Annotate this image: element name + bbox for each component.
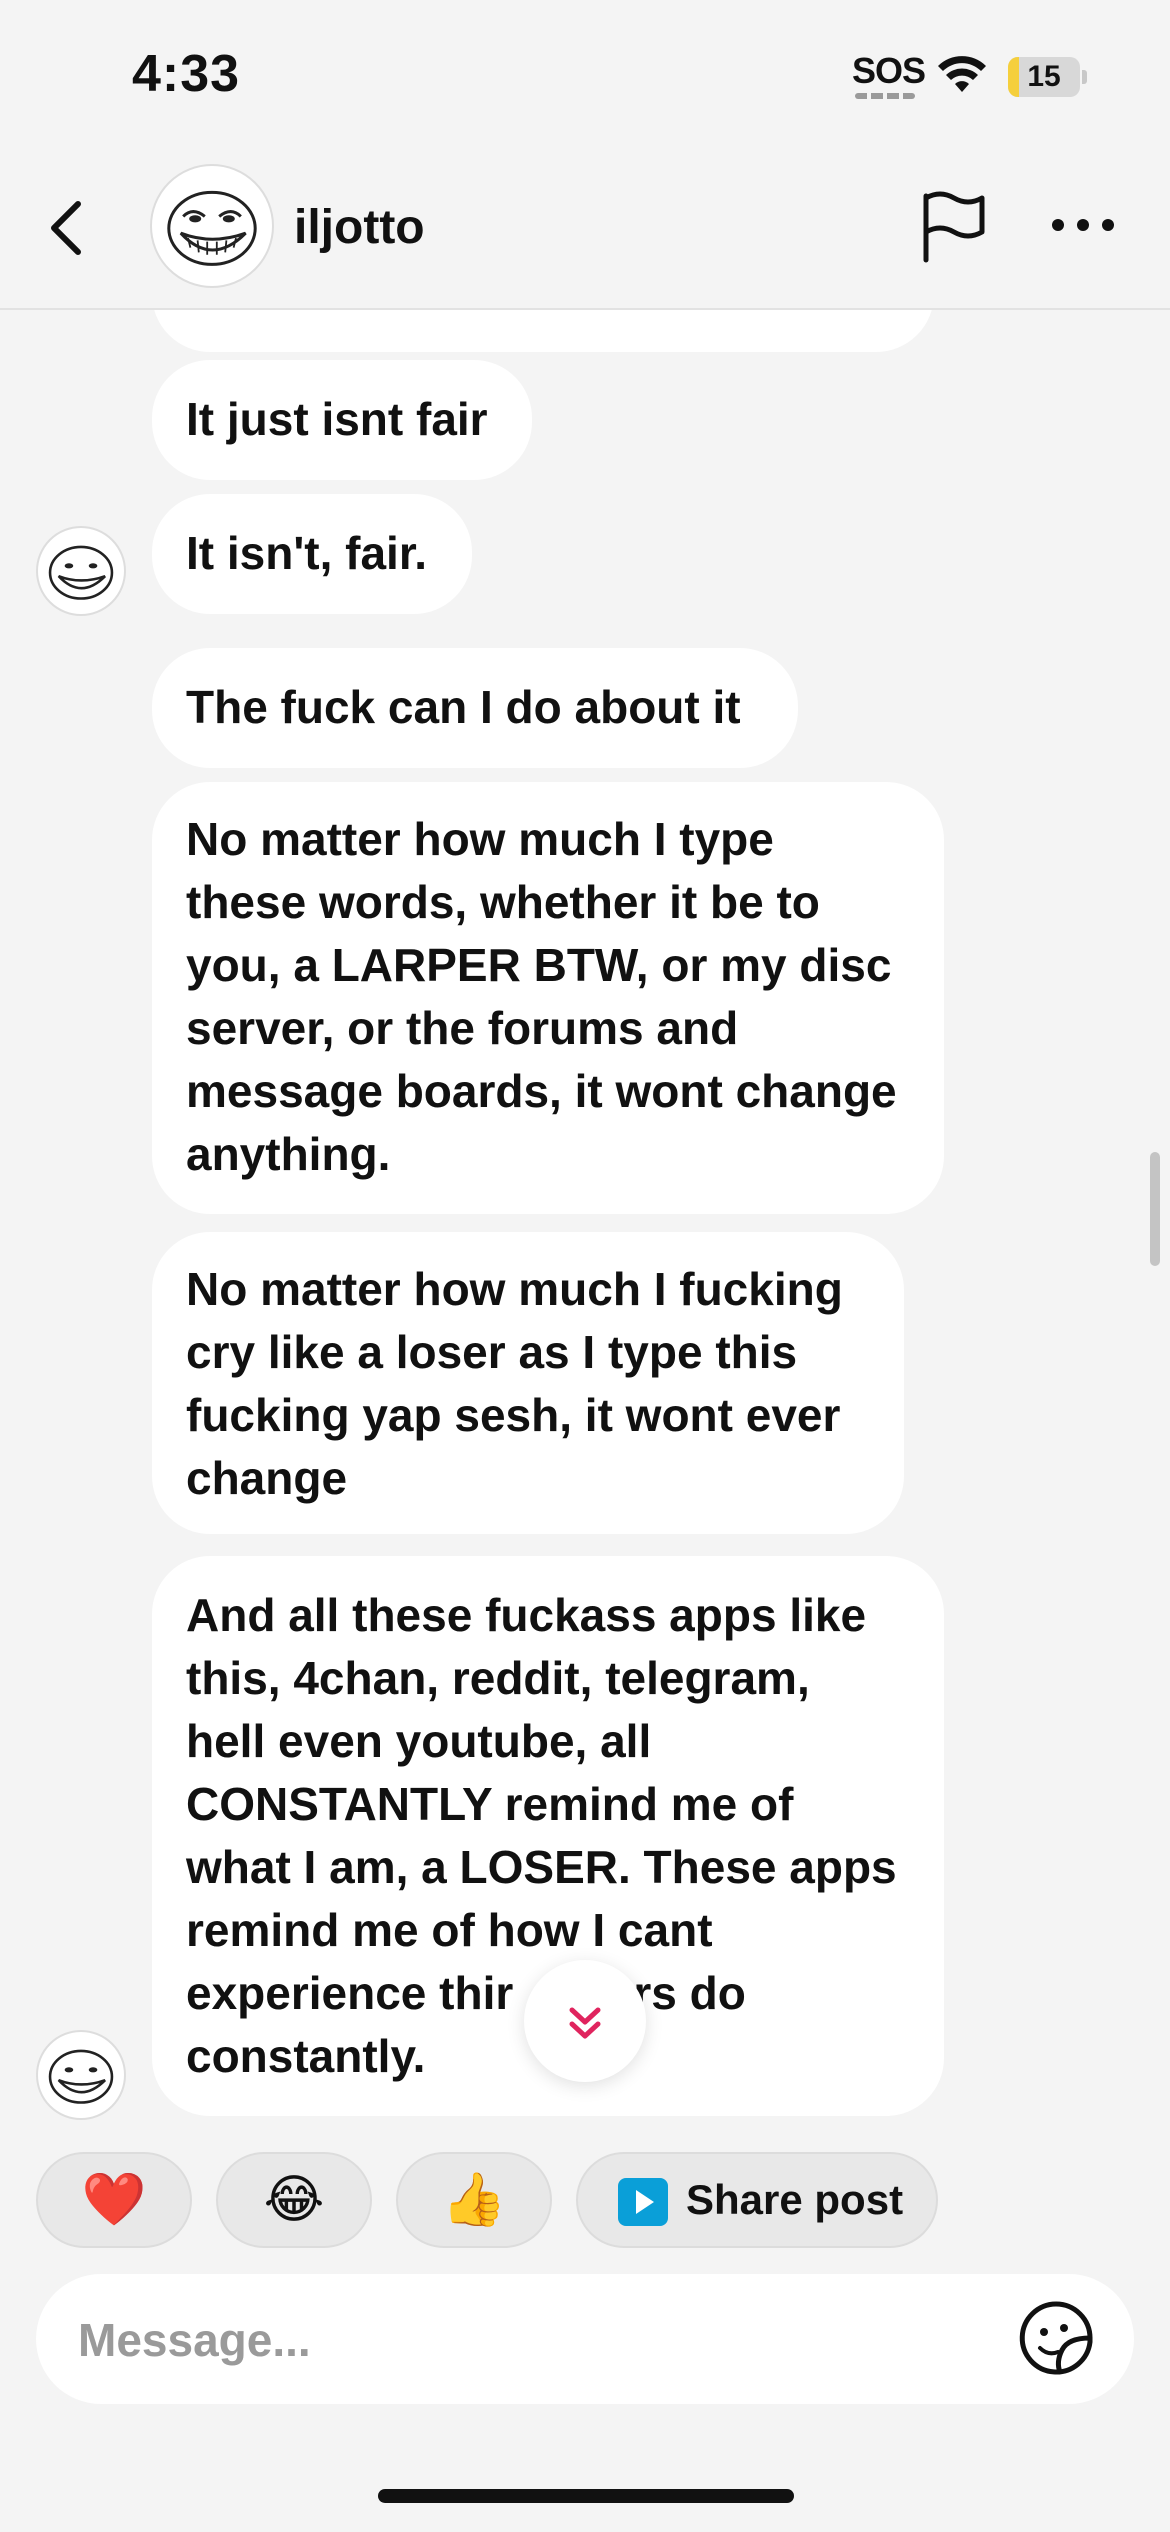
- play-share-icon: [618, 2178, 668, 2226]
- quick-reply-laughing[interactable]: 😂: [216, 2152, 372, 2248]
- message-line: remind me of how I cant: [186, 1904, 713, 1956]
- share-post-label: Share post: [686, 2176, 904, 2223]
- quick-replies: ❤️ 😂 👍 Share post: [0, 2152, 1170, 2248]
- message-line: fucking yap sesh, it wont ever: [186, 1389, 841, 1441]
- message-line: what I am, a LOSER. These apps: [186, 1841, 897, 1893]
- troll-face-icon: [48, 545, 114, 600]
- troll-face-icon: [48, 2049, 114, 2104]
- message-line: you, a LARPER BTW, or my disc: [186, 939, 892, 991]
- home-indicator[interactable]: [378, 2489, 794, 2503]
- back-button[interactable]: [40, 198, 96, 258]
- message-line: message boards, it wont change: [186, 1065, 897, 1117]
- message-line: change: [186, 1452, 348, 1504]
- status-time: 4:33: [132, 45, 241, 103]
- message-line: No matter how much I type: [186, 813, 774, 865]
- status-bar: 4:33 SOS 15: [0, 0, 1170, 150]
- share-post-button[interactable]: Share post: [576, 2152, 938, 2248]
- chat-header: iljotto: [0, 150, 1170, 310]
- message-line: No matter how much I fucking: [186, 1263, 843, 1315]
- quick-reply-heart[interactable]: ❤️: [36, 2152, 192, 2248]
- avatar[interactable]: [150, 164, 274, 288]
- double-chevron-down-icon: [569, 2007, 601, 2039]
- laughing-emoji-icon: 😂: [263, 2171, 325, 2229]
- avatar[interactable]: [36, 2030, 126, 2120]
- message-line: this, 4chan, reddit, telegram,: [186, 1652, 810, 1704]
- message-bubble[interactable]: The fuck can I do about it: [152, 648, 798, 768]
- sticker-button[interactable]: [1016, 2298, 1096, 2378]
- troll-face-icon: [167, 190, 257, 266]
- message-line: CONSTANTLY remind me of: [186, 1778, 794, 1830]
- message-line: hell even youtube, all: [186, 1715, 652, 1767]
- chat-username[interactable]: iljotto: [294, 200, 425, 255]
- message-line: cry like a loser as I type this: [186, 1326, 798, 1378]
- battery-level: 15: [1027, 60, 1061, 93]
- message-line: anything.: [186, 1128, 391, 1180]
- message-line: server, or the forums and: [186, 1002, 739, 1054]
- message-bubble[interactable]: No matter how much I fucking cry like a …: [152, 1232, 904, 1534]
- message-list[interactable]: It just isnt fair It isn't, fair. The fu…: [0, 310, 1170, 2120]
- message-line: And all these fuckass apps like: [186, 1589, 867, 1641]
- avatar[interactable]: [36, 526, 126, 616]
- sos-indicator: SOS: [852, 50, 926, 91]
- signal-dots-icon: [855, 93, 915, 99]
- quick-reply-thumbs-up[interactable]: 👍: [396, 2152, 552, 2248]
- message-text: It isn't, fair.: [186, 527, 427, 579]
- more-options-button[interactable]: [1048, 210, 1118, 240]
- message-text: The fuck can I do about it: [186, 681, 741, 733]
- message-composer: [36, 2274, 1134, 2406]
- message-bubble[interactable]: No matter how much I type these words, w…: [152, 782, 944, 1214]
- scroll-to-bottom-button[interactable]: [524, 1960, 646, 2082]
- wifi-icon: [938, 56, 986, 92]
- message-bubble-cropped[interactable]: [152, 310, 934, 352]
- report-flag-button[interactable]: [918, 190, 988, 264]
- heart-icon: ❤️: [81, 2171, 147, 2229]
- message-bubble[interactable]: It just isnt fair: [152, 360, 532, 480]
- message-text: It just isnt fair: [186, 393, 488, 445]
- battery-icon: 15: [1008, 57, 1088, 97]
- scrollbar[interactable]: [1150, 1152, 1160, 1266]
- thumbs-up-icon: 👍: [441, 2171, 507, 2229]
- message-bubble[interactable]: It isn't, fair.: [152, 494, 472, 614]
- message-input[interactable]: [76, 2274, 980, 2406]
- message-line: these words, whether it be to: [186, 876, 820, 928]
